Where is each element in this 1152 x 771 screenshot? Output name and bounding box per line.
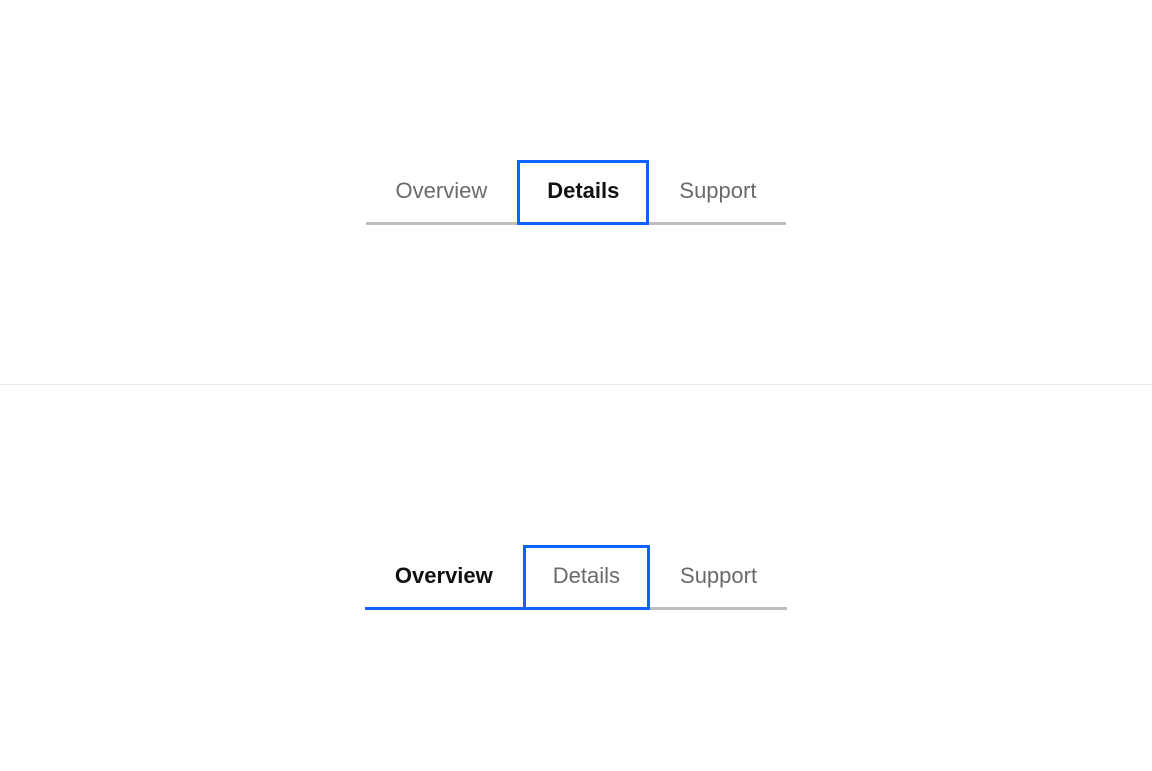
tab-support[interactable]: Support xyxy=(649,160,786,225)
tab-list: Overview Details Support xyxy=(366,160,787,225)
tab-overview[interactable]: Overview xyxy=(365,545,523,610)
tabs-example-1: Overview Details Support xyxy=(0,0,1152,385)
tab-support[interactable]: Support xyxy=(650,545,787,610)
tab-details[interactable]: Details xyxy=(523,545,650,610)
tabs-example-2: Overview Details Support xyxy=(0,385,1152,770)
tab-list: Overview Details Support xyxy=(365,545,787,610)
tab-details[interactable]: Details xyxy=(517,160,649,225)
tab-overview[interactable]: Overview xyxy=(366,160,518,225)
